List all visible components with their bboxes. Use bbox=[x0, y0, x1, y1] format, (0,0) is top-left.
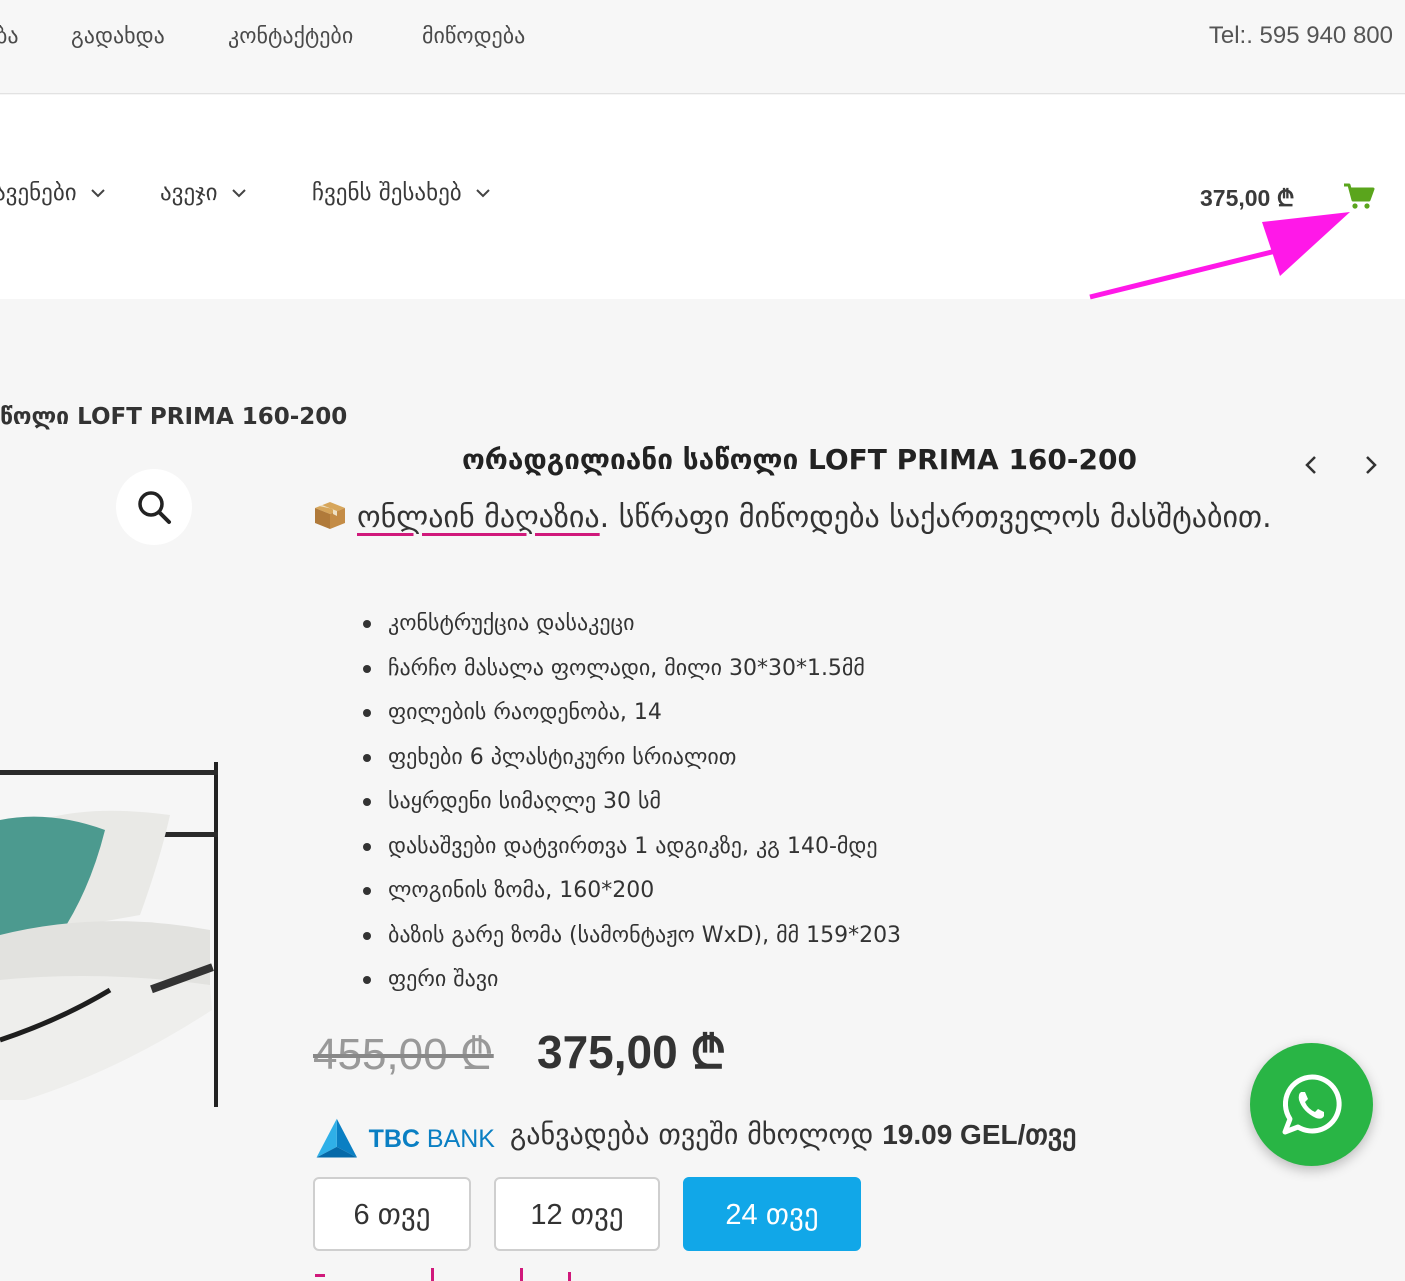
chevron-left-icon[interactable] bbox=[1296, 450, 1326, 480]
old-price: 455,00 ₾ bbox=[313, 1030, 494, 1079]
chevron-down-icon bbox=[231, 189, 246, 198]
chevron-right-icon[interactable] bbox=[1356, 450, 1386, 480]
top-bar: ბა გადახდა კონტაქტები მიწოდება Tel:. 595… bbox=[0, 0, 1405, 94]
spec-item: ჩარჩო მასალა ფოლადი, მილი 30*30*1.5მმ bbox=[360, 649, 901, 694]
topbar-link-contacts[interactable]: კონტაქტები bbox=[228, 24, 353, 49]
term-12-button[interactable]: 12 თვე bbox=[494, 1177, 660, 1251]
product-image[interactable] bbox=[0, 740, 225, 1120]
cropped-text-fragment bbox=[315, 1268, 571, 1281]
whatsapp-button[interactable] bbox=[1250, 1043, 1373, 1166]
bank-word: BANK bbox=[426, 1124, 495, 1153]
shop-description: ონლაინ მაღაზია. სწრაფი მიწოდება საქართვე… bbox=[313, 495, 1273, 541]
spec-item: ფერი შავი bbox=[360, 960, 901, 1005]
spec-item: დასაშვები დატვირთვა 1 ადგიკზე, კგ 140-მდ… bbox=[360, 827, 901, 872]
topbar-link-payment[interactable]: გადახდა bbox=[71, 24, 165, 49]
phone-number: Tel:. 595 940 800 bbox=[1208, 22, 1393, 49]
chevron-down-icon bbox=[90, 189, 105, 198]
cart-total[interactable]: 375,00 ₾ bbox=[1200, 181, 1294, 213]
spec-item: ბაზის გარე ზომა (სამონტაჟო WxD), მმ 159*… bbox=[360, 916, 901, 961]
spec-item: საყრდენი სიმაღლე 30 სმ bbox=[360, 782, 901, 827]
tbc-word: TBC bbox=[368, 1124, 420, 1153]
cart-icon[interactable] bbox=[1343, 182, 1375, 210]
tbc-bank-logo: TBC BANK bbox=[313, 1114, 495, 1164]
product-title: ორადგილიანი საწოლი LOFT PRIMA 160-200 bbox=[462, 443, 1137, 476]
installment-label: განვადება თვეში მხოლოდ bbox=[510, 1118, 883, 1151]
whatsapp-icon bbox=[1282, 1073, 1342, 1134]
installment-amount: 19.09 GEL/თვე bbox=[882, 1119, 1077, 1150]
spec-item: ფილების რაოდენობა, 14 bbox=[360, 693, 901, 738]
zoom-button[interactable] bbox=[116, 469, 192, 545]
topbar-link-delivery[interactable]: მიწოდება bbox=[422, 24, 525, 49]
main-header: ავენები ავეჯი ჩვენს შესახებ 375,00 ₾ bbox=[0, 95, 1405, 299]
nav-item-partial[interactable]: ავენები bbox=[0, 180, 107, 206]
chevron-down-icon bbox=[476, 189, 490, 198]
tbc-logo-icon bbox=[316, 1118, 358, 1158]
nav-item-about[interactable]: ჩვენს შესახებ bbox=[312, 180, 492, 206]
shop-description-text: . სწრაფი მიწოდება საქართველოს მასშტაბით. bbox=[599, 500, 1272, 535]
spec-item: ლოგინის ზომა, 160*200 bbox=[360, 871, 901, 916]
spec-item: კონსტრუქცია დასაკეცი bbox=[360, 604, 901, 649]
spec-item: ფეხები 6 პლასტიკური სრიალით bbox=[360, 738, 901, 783]
breadcrumb-title: წოლი LOFT PRIMA 160-200 bbox=[0, 404, 348, 430]
online-shop-link[interactable]: ონლაინ მაღაზია bbox=[357, 500, 600, 535]
search-icon bbox=[138, 491, 171, 524]
nav-item-furniture[interactable]: ავეჯი bbox=[160, 180, 248, 206]
installment-text: განვადება თვეში მხოლოდ 19.09 GEL/თვე bbox=[510, 1118, 1076, 1151]
nav-item-label: ჩვენს შესახებ bbox=[312, 180, 462, 206]
topbar-link-partial[interactable]: ბა bbox=[0, 24, 19, 49]
nav-item-label: ავენები bbox=[0, 180, 77, 206]
term-24-button[interactable]: 24 თვე bbox=[683, 1177, 861, 1251]
package-icon bbox=[315, 502, 345, 529]
term-6-button[interactable]: 6 თვე bbox=[313, 1177, 471, 1251]
spec-list: კონსტრუქცია დასაკეცი ჩარჩო მასალა ფოლადი… bbox=[360, 604, 901, 1005]
nav-item-label: ავეჯი bbox=[160, 180, 218, 206]
sale-price: 375,00 ₾ bbox=[537, 1026, 726, 1078]
